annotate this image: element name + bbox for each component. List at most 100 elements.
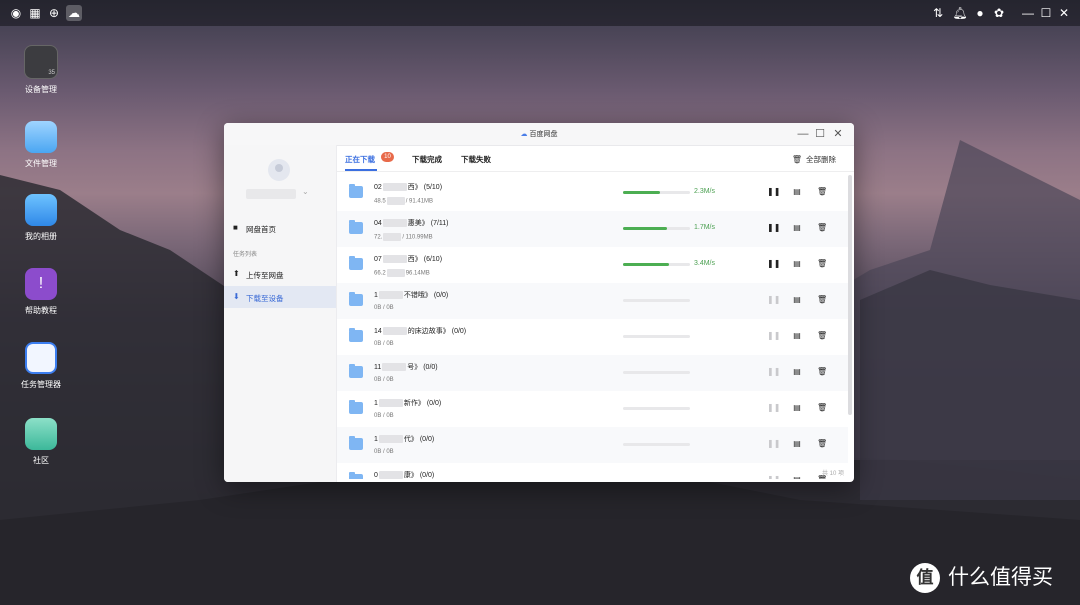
pause-icon[interactable]: ❚❚ <box>767 331 780 341</box>
name-suffix: 惠美》 (7/11) <box>407 220 449 227</box>
close-icon[interactable]: ✕ <box>1056 5 1072 21</box>
globe-icon[interactable]: ⊕ <box>46 5 62 21</box>
desktop-icon-help[interactable]: ! 帮助教程 <box>18 268 64 316</box>
desktop-icon-label: 帮助教程 <box>25 306 57 315</box>
minimize-icon[interactable]: — <box>796 127 810 141</box>
list-item[interactable]: 14 的床边故事》 (0/0) 0B / 0B ❚❚ ▤ 🗑︎ <box>337 319 848 355</box>
download-icon: ⬇ <box>233 292 240 301</box>
tab-downloading[interactable]: 正在下载 <box>345 154 375 165</box>
adjust-icon[interactable]: ⇅ <box>930 5 946 21</box>
list-item[interactable]: 1 不错哦》 (0/0) 0B / 0B ❚❚ ▤ 🗑︎ <box>337 283 848 319</box>
baidu-cloud-icon[interactable]: ☁ <box>66 5 82 21</box>
maximize-icon[interactable]: ☐ <box>1038 5 1054 21</box>
redacted-text <box>378 291 403 300</box>
name-prefix: 1 <box>374 400 378 407</box>
download-size: 72. / 110.99MB <box>374 233 433 241</box>
pause-icon[interactable]: ❚❚ <box>767 403 780 413</box>
desktop-icon-photos[interactable]: 我的相册 <box>18 194 64 242</box>
tab-label: 正在下载 <box>345 155 375 164</box>
name-prefix: 04 <box>374 220 382 227</box>
details-icon[interactable]: ▤ <box>792 367 802 377</box>
size-suffix: / 110.99MB <box>402 234 433 241</box>
progress-bar <box>623 443 690 446</box>
size-suffix: 96.14MB <box>405 270 430 277</box>
avatar[interactable] <box>268 159 290 181</box>
desktop-icon-task-manager[interactable]: 任务管理器 <box>18 342 64 390</box>
details-icon[interactable]: ▤ <box>792 223 802 233</box>
details-icon[interactable]: ▤ <box>792 259 802 269</box>
camera-icon[interactable]: ◉ <box>8 5 24 21</box>
size-prefix: 0B / 0B <box>374 377 394 383</box>
sidebar-item-label: 上传至网盘 <box>246 271 284 280</box>
delete-all-button[interactable]: 🗑︎ 全部删除 <box>792 154 836 165</box>
pause-icon[interactable]: ❚❚ <box>767 187 780 197</box>
settings-icon[interactable]: ✿ <box>991 5 1007 21</box>
trash-icon[interactable]: 🗑︎ <box>817 259 827 269</box>
trash-icon[interactable]: 🗑︎ <box>817 367 827 377</box>
size-prefix: 66.2 <box>374 270 386 277</box>
baidu-netdisk-window: ☁ 百度网盘 — ☐ ✕ ⌄ ■ 网盘首页 任务列表 ⬆ 上传至网盘 ⬇ 下载至… <box>224 123 854 482</box>
desktop-icon-device-manager[interactable]: 35 设备管理 <box>18 45 64 95</box>
redacted-text <box>382 219 407 228</box>
name-suffix: 新作》 (0/0) <box>403 400 442 407</box>
name-prefix: 14 <box>374 328 382 335</box>
progress-bar <box>623 299 690 302</box>
desktop-icon-label: 文件管理 <box>25 159 57 168</box>
pause-icon[interactable]: ❚❚ <box>767 259 780 269</box>
close-icon[interactable]: ✕ <box>831 127 845 141</box>
tab-failed[interactable]: 下载失败 <box>461 154 491 165</box>
minimize-icon[interactable]: — <box>1020 5 1036 21</box>
folder-icon <box>349 400 363 414</box>
download-name: 11 号》 (0/0) <box>374 362 438 372</box>
chevron-down-icon[interactable]: ⌄ <box>302 187 309 196</box>
trash-icon[interactable]: 🗑︎ <box>817 187 827 197</box>
smzdm-logo: 值 <box>910 563 940 594</box>
desktop-icon-file-manager[interactable]: 文件管理 <box>18 121 64 169</box>
pause-icon[interactable]: ❚❚ <box>767 223 780 233</box>
list-item[interactable]: 07 西》 (6/10) 66.2 96.14MB 3.4M/s ❚❚ ▤ 🗑︎ <box>337 247 848 283</box>
sidebar-item-upload[interactable]: ⬆ 上传至网盘 <box>224 263 336 285</box>
user-icon[interactable]: ● <box>972 5 988 21</box>
scrollbar[interactable] <box>848 175 852 415</box>
download-size: 48.5 / 91.41MB <box>374 197 433 205</box>
download-name: 14 的床边故事》 (0/0) <box>374 326 466 336</box>
task-list-label: 任务列表 <box>233 252 258 258</box>
sidebar-item-download[interactable]: ⬇ 下载至设备 <box>224 286 336 308</box>
list-item[interactable]: 11 号》 (0/0) 0B / 0B ❚❚ ▤ 🗑︎ <box>337 355 848 391</box>
details-icon[interactable]: ▤ <box>792 187 802 197</box>
sidebar: ⌄ ■ 网盘首页 任务列表 ⬆ 上传至网盘 ⬇ 下载至设备 <box>224 145 337 482</box>
redacted-text <box>386 197 405 205</box>
details-icon[interactable]: ▤ <box>792 331 802 341</box>
maximize-icon[interactable]: ☐ <box>813 127 827 141</box>
download-size: 0B / 0B <box>374 413 394 419</box>
trash-icon[interactable]: 🗑︎ <box>817 295 827 305</box>
details-icon[interactable]: ▤ <box>792 403 802 413</box>
pause-icon[interactable]: ❚❚ <box>767 295 780 305</box>
trash-icon[interactable]: 🗑︎ <box>817 223 827 233</box>
trash-icon[interactable]: 🗑︎ <box>817 439 827 449</box>
name-prefix: 02 <box>374 184 382 191</box>
progress-bar <box>623 335 690 338</box>
tab-completed[interactable]: 下载完成 <box>412 154 442 165</box>
list-item[interactable]: 1 代》 (0/0) 0B / 0B ❚❚ ▤ 🗑︎ <box>337 427 848 463</box>
details-icon[interactable]: ▤ <box>792 439 802 449</box>
sidebar-item-home[interactable]: ■ 网盘首页 <box>224 217 336 239</box>
redacted-text <box>382 255 407 264</box>
trash-icon: 🗑︎ <box>791 155 802 164</box>
trash-icon[interactable]: 🗑︎ <box>817 403 827 413</box>
size-prefix: 72. <box>374 234 383 241</box>
window-titlebar[interactable]: ☁ 百度网盘 — ☐ ✕ <box>224 123 854 146</box>
pause-icon[interactable]: ❚❚ <box>767 439 780 449</box>
bell-icon[interactable]: 🔔︎ <box>952 5 968 21</box>
pause-icon[interactable]: ❚❚ <box>767 367 780 377</box>
list-item[interactable]: 02 西》 (5/10) 48.5 / 91.41MB 2.3M/s ❚❚ ▤ 🗑︎ <box>337 175 848 211</box>
desktop-icon-community[interactable]: 社区 <box>18 418 64 466</box>
apps-grid-icon[interactable]: ▦ <box>27 5 43 21</box>
trash-icon[interactable]: 🗑︎ <box>817 331 827 341</box>
details-icon[interactable]: ▤ <box>792 295 802 305</box>
list-item[interactable]: 1 新作》 (0/0) 0B / 0B ❚❚ ▤ 🗑︎ <box>337 391 848 427</box>
task-manager-icon <box>25 342 57 374</box>
download-size: 0B / 0B <box>374 449 394 455</box>
redacted-text <box>382 363 407 372</box>
list-item[interactable]: 04 惠美》 (7/11) 72. / 110.99MB 1.7M/s ❚❚ ▤ 🗑︎ <box>337 211 848 247</box>
